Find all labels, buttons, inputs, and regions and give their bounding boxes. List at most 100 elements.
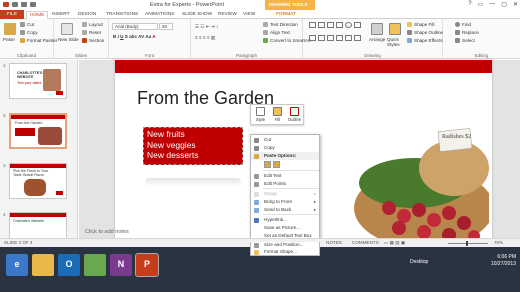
minimize-button[interactable]: — <box>489 1 495 8</box>
shape-heart-icon[interactable] <box>345 34 352 41</box>
shape-arrow-icon[interactable] <box>327 22 334 28</box>
onenote-icon[interactable]: N <box>110 254 132 276</box>
shape-star-icon[interactable] <box>318 34 325 41</box>
tab-slide-show[interactable]: SLIDE SHOW <box>182 11 212 19</box>
find-button[interactable]: Find <box>455 22 471 28</box>
outlook-icon[interactable]: O <box>58 254 80 276</box>
menu-size-position-item[interactable]: Size and Position... <box>251 241 319 248</box>
font-format-buttons[interactable]: B I U S abc AV Aa A <box>113 34 156 39</box>
cut-button[interactable]: Cut <box>20 22 34 28</box>
tab-review[interactable]: REVIEW <box>218 11 237 19</box>
file-explorer-icon[interactable] <box>32 254 54 276</box>
mini-outline-button[interactable]: Outline <box>287 106 302 122</box>
ribbon: Paste Cut Copy Format Painter Clipboard … <box>0 19 520 59</box>
align-text-button[interactable]: Align Text <box>263 30 290 36</box>
layout-button[interactable]: Layout <box>82 22 103 28</box>
replace-button[interactable]: Replace <box>455 30 479 36</box>
comments-toggle[interactable]: COMMENTS <box>352 240 379 245</box>
view-buttons[interactable]: ▭ ▦ ▤ ▣ <box>384 240 405 246</box>
shape-fill-button[interactable]: Shape Fill <box>407 22 434 28</box>
arrange-icon[interactable] <box>371 23 383 35</box>
zoom-slider[interactable] <box>448 243 488 244</box>
shape-brace-icon[interactable] <box>309 34 316 41</box>
new-slide-icon[interactable] <box>61 23 73 35</box>
tab-view[interactable]: VIEW <box>243 11 255 19</box>
shape-effects-button[interactable]: Shape Effects <box>407 38 443 44</box>
menu-separator <box>263 188 319 189</box>
clock-time: 6:06 PM <box>497 254 516 260</box>
style-icon <box>256 107 265 116</box>
tab-format[interactable]: FORMAT <box>276 11 296 19</box>
system-clock[interactable]: 6:06 PM 10/27/2013 <box>491 254 516 268</box>
tab-animations[interactable]: ANIMATIONS <box>145 11 175 19</box>
zoom-level[interactable]: 70% <box>494 240 503 245</box>
menu-save-as-picture[interactable]: Save as Picture... <box>251 224 319 232</box>
desktop-toolbar[interactable]: Desktop <box>410 259 428 265</box>
tab-transitions[interactable]: TRANSITIONS <box>106 11 138 19</box>
zoom-slider-thumb[interactable] <box>466 241 468 246</box>
notes-toggle[interactable]: NOTES <box>326 240 342 245</box>
maximize-button[interactable]: ▢ <box>501 1 507 8</box>
font-name-select[interactable]: Arial (Body) <box>112 23 158 30</box>
menu-cut[interactable]: Cut <box>251 136 319 144</box>
paste-button[interactable]: Paste <box>3 37 15 42</box>
app-icon[interactable] <box>3 2 9 7</box>
ie-icon[interactable]: e <box>6 254 28 276</box>
tab-file[interactable]: FILE <box>0 10 24 19</box>
redo-icon[interactable] <box>30 2 36 7</box>
font-size-select[interactable]: 20 <box>159 23 173 30</box>
menu-edit-points[interactable]: Edit Points <box>251 180 319 188</box>
list-buttons[interactable]: ☰ ☷ ⇤ ⇥ ↕ <box>195 24 218 30</box>
slide-thumbnail-3[interactable]: Pick the Fresh to Your Table Global Flav… <box>9 163 67 199</box>
arrange-button[interactable]: Arrange <box>369 37 385 42</box>
slide-thumbnail-2[interactable]: From the Garden <box>9 113 67 149</box>
shape-rect-icon[interactable] <box>336 22 343 28</box>
powerpoint-icon[interactable]: P <box>135 253 159 277</box>
slide-thumbnail-1[interactable]: CHARLOTTE'S WEBSITE Test your talent <box>9 63 67 99</box>
quick-styles-button[interactable]: Quick Styles <box>387 37 409 47</box>
paste-text-only-icon[interactable] <box>273 161 280 168</box>
help-button[interactable]: ? <box>468 1 471 8</box>
shape-more-icon[interactable] <box>354 34 361 41</box>
menu-edit-text[interactable]: Edit Text <box>251 172 319 180</box>
app-icon[interactable] <box>84 254 106 276</box>
select-button[interactable]: Select <box>455 38 475 44</box>
menu-bring-to-front[interactable]: Bring to Front ▸ <box>251 198 319 206</box>
ribbon-display-button[interactable]: ▭ <box>478 1 484 8</box>
reset-button[interactable]: Reset <box>82 30 101 36</box>
quick-styles-icon[interactable] <box>389 23 401 35</box>
menu-hyperlink[interactable]: Hyperlink... <box>251 216 319 224</box>
text-direction-button[interactable]: Text Direction <box>263 22 298 28</box>
menu-send-to-back[interactable]: Send to Back ▸ <box>251 206 319 214</box>
shape-callout-icon[interactable] <box>327 34 334 41</box>
save-icon[interactable] <box>12 2 18 7</box>
text-direction-icon <box>263 22 268 28</box>
shape-outline-button[interactable]: Shape Outline <box>407 30 443 36</box>
close-button[interactable]: ✕ <box>513 1 518 8</box>
menu-format-shape[interactable]: Format Shape... <box>251 248 319 255</box>
tab-home[interactable]: HOME <box>26 11 49 19</box>
paste-icon[interactable] <box>4 23 16 35</box>
shape-line-icon[interactable] <box>318 22 325 28</box>
undo-icon[interactable] <box>21 2 27 7</box>
new-slide-button[interactable]: New Slide <box>58 37 79 42</box>
mini-fill-button[interactable]: Fill <box>270 106 285 122</box>
shape-textbox-icon[interactable] <box>309 22 316 28</box>
menu-group: Group ▸ <box>251 190 319 198</box>
section-button[interactable]: Section <box>82 38 104 44</box>
menu-copy[interactable]: Copy <box>251 144 319 152</box>
align-buttons[interactable]: ≡ ≡ ≡ ≡ ▥ <box>195 35 215 41</box>
thumb-photo-3 <box>24 179 46 196</box>
tab-design[interactable]: DESIGN <box>78 11 96 19</box>
notes-placeholder[interactable]: Click to add notes <box>85 229 129 235</box>
shape-triangle-icon[interactable] <box>354 22 361 28</box>
shape-oval-icon[interactable] <box>345 22 352 28</box>
bullet-textbox[interactable]: New fruits New veggies New desserts <box>143 127 243 165</box>
paste-keep-formatting-icon[interactable] <box>264 161 271 168</box>
shape-block-arrow-icon[interactable] <box>336 34 343 41</box>
tab-insert[interactable]: INSERT <box>52 11 70 19</box>
format-painter-button[interactable]: Format Painter <box>20 38 57 44</box>
shapes-gallery[interactable] <box>309 22 364 46</box>
mini-style-button[interactable]: Style <box>253 106 268 122</box>
copy-button[interactable]: Copy <box>20 30 38 36</box>
